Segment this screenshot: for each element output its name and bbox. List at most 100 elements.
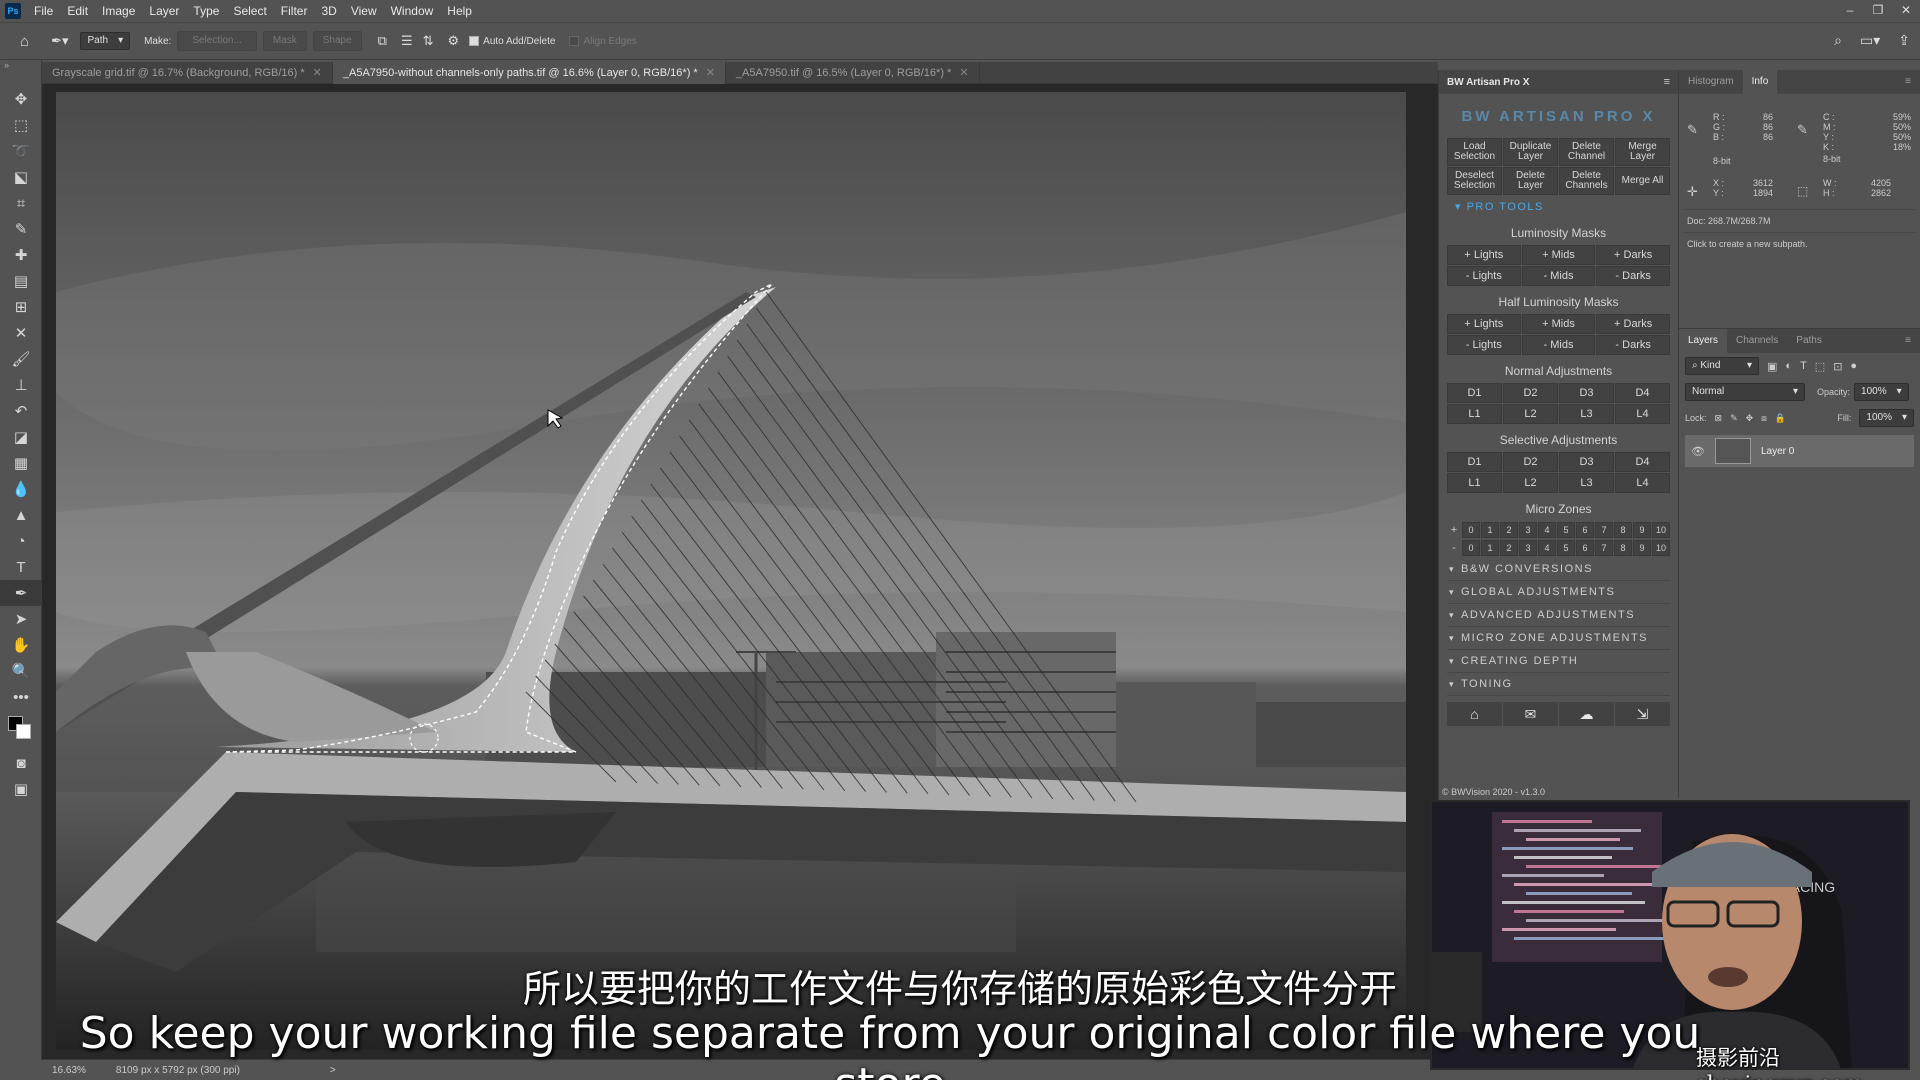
- export-icon[interactable]: ⇲: [1615, 702, 1670, 726]
- home-icon[interactable]: ⌂: [20, 33, 29, 50]
- healing-brush-tool-icon[interactable]: ✚: [0, 242, 42, 268]
- workspace-icon[interactable]: ▭▾: [1860, 32, 1880, 49]
- tab-paths-document[interactable]: _A5A7950-without channels-only paths.tif…: [332, 62, 726, 84]
- canvas-area[interactable]: [42, 84, 1438, 1059]
- lock-transparency-icon[interactable]: ⊠: [1715, 413, 1723, 424]
- normal-d4-button[interactable]: D4: [1615, 383, 1670, 403]
- path-selection-tool-icon[interactable]: ➤: [0, 606, 42, 632]
- make-mask-button[interactable]: Mask: [262, 31, 307, 51]
- normal-d3-button[interactable]: D3: [1559, 383, 1614, 403]
- deselect-selection-button[interactable]: Deselect Selection: [1447, 167, 1502, 195]
- path-operations-icon[interactable]: ⧉: [378, 33, 387, 49]
- micro-zone-button[interactable]: 5: [1557, 539, 1575, 556]
- filter-toggle-icon[interactable]: ●: [1850, 360, 1857, 372]
- filter-adjustment-icon[interactable]: ◐: [1785, 360, 1792, 372]
- half-minus-darks-button[interactable]: - Darks: [1596, 335, 1670, 355]
- background-color-swatch[interactable]: [16, 724, 31, 739]
- selective-d1-button[interactable]: D1: [1447, 452, 1502, 472]
- menu-type[interactable]: Type: [186, 0, 226, 22]
- brush-tool-icon[interactable]: 🖌: [0, 346, 42, 372]
- normal-d1-button[interactable]: D1: [1447, 383, 1502, 403]
- object-select-tool-icon[interactable]: ⬕: [0, 164, 42, 190]
- close-window-button[interactable]: ✕: [1892, 0, 1920, 22]
- menu-window[interactable]: Window: [384, 0, 441, 22]
- micro-zone-button[interactable]: 4: [1538, 539, 1556, 556]
- selective-l1-button[interactable]: L1: [1447, 473, 1502, 493]
- micro-zone-button[interactable]: 1: [1481, 539, 1499, 556]
- menu-layer[interactable]: Layer: [142, 0, 186, 22]
- creating-depth-section[interactable]: CREATING DEPTH: [1447, 650, 1670, 673]
- pen-tool-icon[interactable]: ✒: [0, 580, 42, 606]
- tab-channels[interactable]: Channels: [1727, 329, 1787, 353]
- restore-button[interactable]: ❐: [1864, 0, 1892, 22]
- load-selection-button[interactable]: Load Selection: [1447, 138, 1502, 166]
- color-swatches[interactable]: [0, 710, 42, 750]
- half-plus-mids-button[interactable]: + Mids: [1521, 314, 1596, 334]
- normal-l2-button[interactable]: L2: [1503, 404, 1558, 424]
- panel-menu-icon[interactable]: ≡: [1896, 70, 1920, 94]
- share-icon[interactable]: ⇪: [1898, 32, 1910, 49]
- blur-tool-icon[interactable]: 💧: [0, 476, 42, 502]
- home-icon[interactable]: ⌂: [1447, 702, 1502, 726]
- lasso-tool-icon[interactable]: ➰: [0, 138, 42, 164]
- filter-smart-object-icon[interactable]: ⊡: [1833, 360, 1842, 373]
- mail-icon[interactable]: ✉: [1503, 702, 1558, 726]
- tab-histogram[interactable]: Histogram: [1679, 70, 1743, 94]
- layer-row[interactable]: 👁 Layer 0: [1685, 435, 1914, 467]
- collapse-toolbar-icon[interactable]: »: [0, 60, 41, 86]
- menu-select[interactable]: Select: [226, 0, 273, 22]
- micro-zone-button[interactable]: 6: [1576, 539, 1594, 556]
- marquee-tool-icon[interactable]: ⬚: [0, 112, 42, 138]
- normal-l3-button[interactable]: L3: [1559, 404, 1614, 424]
- bw-conversions-section[interactable]: B&W CONVERSIONS: [1447, 558, 1670, 581]
- close-icon[interactable]: ✕: [313, 67, 322, 79]
- panel-menu-icon[interactable]: ≡: [1896, 329, 1920, 353]
- half-minus-mids-button[interactable]: - Mids: [1521, 335, 1596, 355]
- panel-menu-icon[interactable]: ≡: [1664, 76, 1670, 88]
- path-arrangement-icon[interactable]: ⇅: [423, 33, 434, 49]
- filter-type-icon[interactable]: T: [1800, 360, 1807, 372]
- lock-pixels-icon[interactable]: ✎: [1730, 413, 1738, 424]
- lock-all-icon[interactable]: 🔒: [1775, 413, 1786, 424]
- micro-zone-button[interactable]: 2: [1500, 521, 1518, 538]
- photoshop-logo-icon[interactable]: Ps: [5, 3, 21, 19]
- quick-mask-icon[interactable]: ◙: [0, 750, 42, 776]
- hand-tool-icon[interactable]: ✋: [0, 632, 42, 658]
- filter-pixel-icon[interactable]: ▣: [1767, 360, 1777, 373]
- zoom-tool-icon[interactable]: 🔍: [0, 658, 42, 684]
- selective-l2-button[interactable]: L2: [1503, 473, 1558, 493]
- minimize-button[interactable]: –: [1836, 0, 1864, 22]
- dodge-tool-icon[interactable]: ▲: [0, 502, 42, 528]
- cloud-download-icon[interactable]: ☁: [1559, 702, 1614, 726]
- menu-3d[interactable]: 3D: [314, 0, 343, 22]
- micro-zone-button[interactable]: 7: [1595, 521, 1613, 538]
- selective-d2-button[interactable]: D2: [1503, 452, 1558, 472]
- gradient-tool-icon[interactable]: ▦: [0, 450, 42, 476]
- duplicate-layer-button[interactable]: Duplicate Layer: [1503, 138, 1558, 166]
- more-tools-icon[interactable]: •••: [0, 684, 42, 710]
- patch-tool-icon[interactable]: ▤: [0, 268, 42, 294]
- search-icon[interactable]: ⌕: [1834, 32, 1842, 49]
- gear-icon[interactable]: ⚙: [448, 33, 460, 49]
- align-edges-checkbox[interactable]: [569, 36, 580, 46]
- eyedropper-tool-icon[interactable]: ✎: [0, 216, 42, 242]
- global-adjustments-section[interactable]: GLOBAL ADJUSTMENTS: [1447, 581, 1670, 604]
- crop-tool-icon[interactable]: ⌗: [0, 190, 42, 216]
- selective-l3-button[interactable]: L3: [1559, 473, 1614, 493]
- lum-minus-mids-button[interactable]: - Mids: [1521, 266, 1596, 286]
- half-plus-darks-button[interactable]: + Darks: [1596, 314, 1670, 334]
- micro-zone-button[interactable]: 3: [1519, 521, 1537, 538]
- micro-zone-button[interactable]: 8: [1614, 521, 1632, 538]
- micro-zone-button[interactable]: 0: [1462, 521, 1480, 538]
- half-plus-lights-button[interactable]: + Lights: [1447, 314, 1521, 334]
- history-brush-tool-icon[interactable]: ↶: [0, 398, 42, 424]
- eraser-tool-icon[interactable]: ◪: [0, 424, 42, 450]
- menu-image[interactable]: Image: [95, 0, 142, 22]
- visibility-eye-icon[interactable]: 👁: [1691, 445, 1705, 458]
- advanced-adjustments-section[interactable]: ADVANCED ADJUSTMENTS: [1447, 604, 1670, 627]
- lum-plus-lights-button[interactable]: + Lights: [1447, 245, 1521, 265]
- opacity-input[interactable]: 100% ▾: [1854, 383, 1909, 401]
- lock-position-icon[interactable]: ✥: [1746, 413, 1754, 424]
- screen-mode-icon[interactable]: ▣: [0, 776, 42, 802]
- pro-tools-section[interactable]: ▾ PRO TOOLS: [1455, 197, 1678, 217]
